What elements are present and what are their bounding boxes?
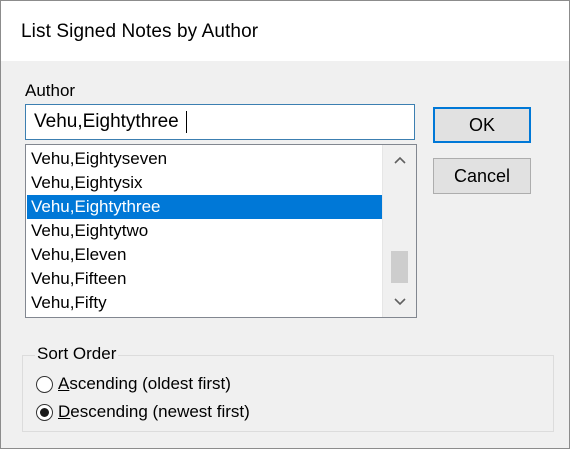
chevron-up-icon[interactable] [383,145,416,175]
text-caret [186,111,187,133]
ascending-label: Ascending (oldest first) [58,374,231,393]
list-item[interactable]: Vehu,Fifteen [27,267,383,291]
ok-button[interactable]: OK [433,107,531,143]
descending-radio-option[interactable]: Descending (newest first) [36,402,250,422]
author-input[interactable] [25,104,415,140]
author-listbox[interactable]: Vehu,Eightyseven Vehu,Eightysix Vehu,Eig… [25,144,417,318]
list-item[interactable]: Vehu,Fifty [27,291,383,315]
dialog-title: List Signed Notes by Author [21,21,259,42]
scroll-thumb[interactable] [391,251,408,283]
sort-order-label: Sort Order [35,344,119,364]
list-items: Vehu,Eightyseven Vehu,Eightysix Vehu,Eig… [27,147,383,315]
list-item-selected[interactable]: Vehu,Eightythree [27,195,383,219]
list-item[interactable]: Vehu,Eightyseven [27,147,383,171]
author-label: Author [25,81,76,100]
descending-radio-button[interactable] [36,403,53,421]
cancel-button[interactable]: Cancel [433,158,531,194]
chevron-down-icon[interactable] [383,287,416,317]
ascending-radio-button[interactable] [36,375,53,393]
dialog-window: List Signed Notes by Author Author Vehu,… [0,0,570,449]
list-item[interactable]: Vehu,Eleven [27,243,383,267]
vertical-scrollbar[interactable] [382,145,416,317]
list-item[interactable]: Vehu,Eightysix [27,171,383,195]
title-bar: List Signed Notes by Author [1,1,569,61]
ascending-radio-option[interactable]: Ascending (oldest first) [36,374,231,394]
list-item[interactable]: Vehu,Eightytwo [27,219,383,243]
descending-label: Descending (newest first) [58,402,250,421]
